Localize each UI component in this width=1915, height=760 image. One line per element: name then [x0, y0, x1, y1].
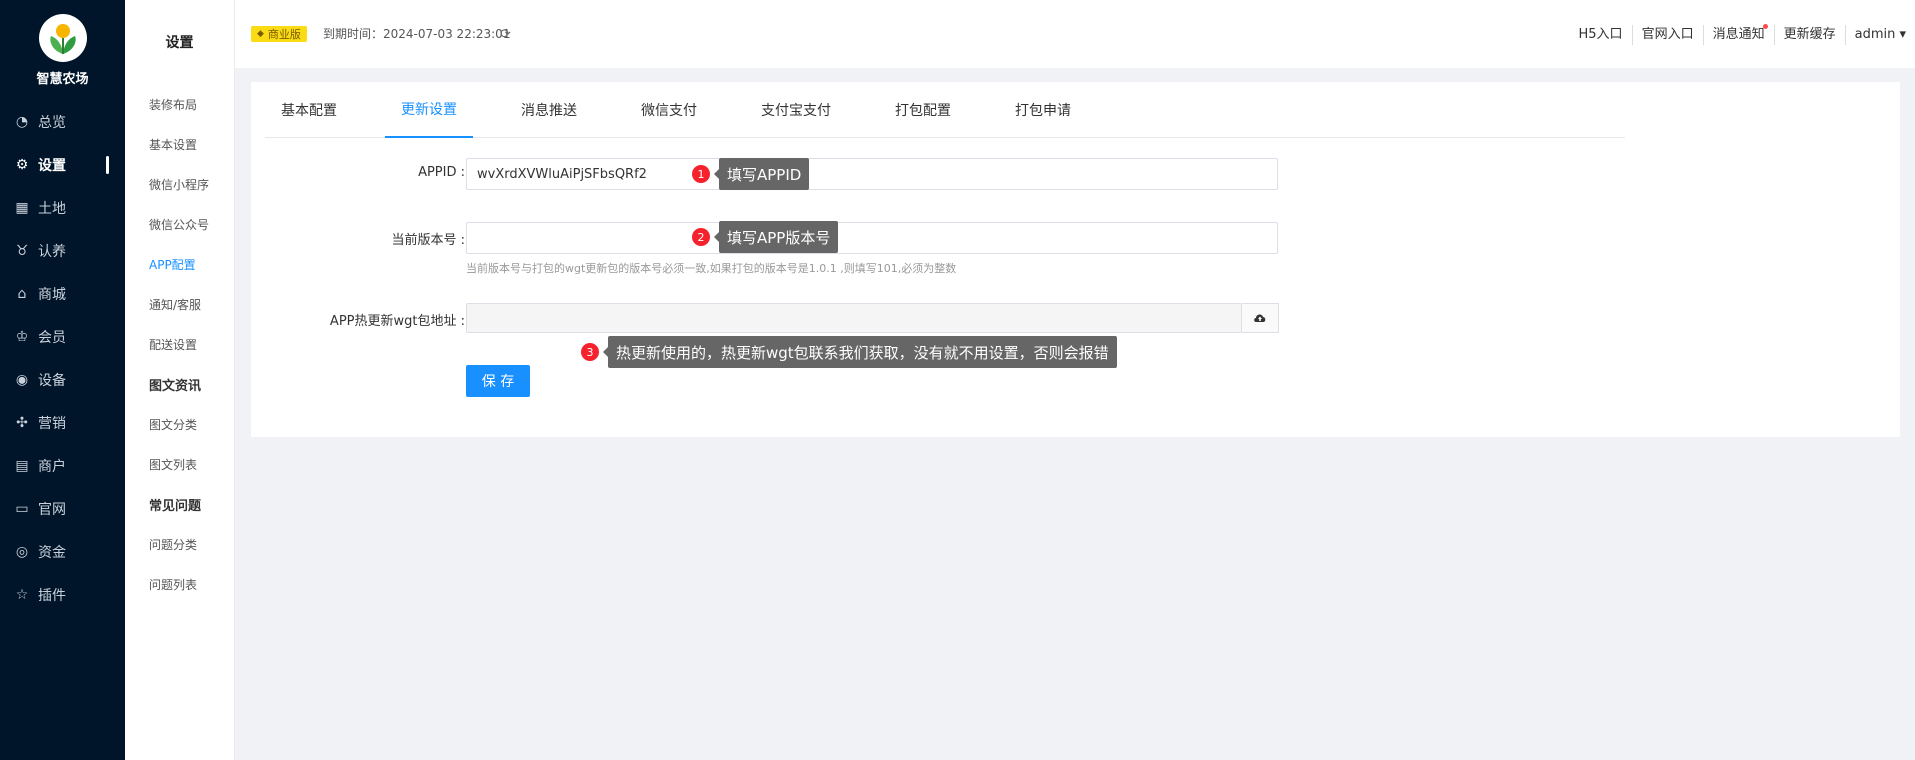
sub-item[interactable]: 基本设置 — [125, 124, 234, 164]
tab-1[interactable]: 更新设置 — [385, 82, 473, 138]
nav-item-1[interactable]: ⚙ 设置 — [0, 143, 125, 186]
nav-item-label: 设备 — [38, 372, 66, 389]
sub-sidebar-title: 设置 — [165, 35, 194, 51]
header-links: H5入口 官网入口 消息通知 更新缓存 admin ▾ — [1570, 24, 1915, 45]
wgt-label: APP热更新wgt包地址 : — [329, 314, 465, 329]
tab-6[interactable]: 打包申请 — [999, 82, 1087, 138]
main-nav: 智慧农场 ◔ 总览 ⚙ 设置 ▦ 土地 ♉ 认养 ⌂ 商城 ♔ 会员 ◉ 设备 ✣ 营销 ▤ 商户 ▭ 官网 ◎ 资金 ☆ 插… — [0, 0, 125, 760]
logo-text: 智慧农场 — [36, 71, 89, 87]
notification-dot — [1762, 24, 1768, 29]
merchant-icon: ▤ — [15, 457, 29, 474]
version-input[interactable] — [466, 222, 1278, 254]
nav-item-label: 资金 — [38, 544, 66, 561]
nav-item-label: 设置 — [38, 157, 66, 174]
nav-item-7[interactable]: ✣ 营销 — [0, 401, 125, 444]
nav-item-8[interactable]: ▤ 商户 — [0, 444, 125, 487]
appid-input[interactable] — [466, 158, 1278, 190]
logo-icon — [38, 13, 87, 62]
upload-button[interactable] — [1242, 303, 1279, 333]
sub-item[interactable]: 装修布局 — [125, 84, 234, 124]
fund-icon: ◎ — [15, 543, 29, 560]
expire-time: 到期时间：2024-07-03 22:23:01 — [323, 27, 511, 41]
appid-label: APPID : — [418, 165, 465, 180]
website-icon: ▭ — [15, 500, 29, 517]
nav-item-label: 商户 — [38, 458, 66, 475]
sub-sidebar: 设置 装修布局 基本设置 微信小程序 微信公众号 APP配置 通知/客服 配送设置图文资讯图… — [125, 0, 235, 760]
header-link-3[interactable]: 更新缓存 — [1773, 25, 1845, 45]
nav-item-label: 会员 — [38, 329, 66, 346]
nav-item-0[interactable]: ◔ 总览 — [0, 100, 125, 143]
nav-item-4[interactable]: ⌂ 商城 — [0, 272, 125, 315]
tip-text: 热更新使用的，热更新wgt包联系我们获取，没有就不用设置，否则会报错 — [608, 336, 1117, 368]
tip-text: 填写APP版本号 — [719, 221, 839, 253]
tip-text: 填写APPID — [719, 158, 810, 190]
tab-5[interactable]: 打包配置 — [879, 82, 967, 138]
top-header: ◆ 商业版 到期时间：2024-07-03 22:23:01 ⟳ H5入口 官网入… — [235, 0, 1915, 68]
nav-item-label: 商城 — [38, 286, 66, 303]
nav-item-11[interactable]: ☆ 插件 — [0, 573, 125, 616]
nav-item-3[interactable]: ♉ 认养 — [0, 229, 125, 272]
version-hint: 当前版本号与打包的wgt更新包的版本号必须一致,如果打包的版本号是1.0.1 ,… — [466, 262, 957, 275]
edition-badge-label: 商业版 — [267, 28, 301, 41]
nav-item-label: 土地 — [38, 200, 66, 217]
sub-item[interactable]: 问题分类 — [125, 524, 234, 564]
sub-item[interactable]: 图文分类 — [125, 404, 234, 444]
adopt-icon: ♉ — [15, 242, 29, 259]
sub-group-title: 常见问题 — [149, 498, 202, 514]
tab-0[interactable]: 基本配置 — [265, 82, 353, 138]
nav-item-label: 认养 — [38, 243, 66, 260]
header-link-4[interactable]: admin ▾ — [1844, 25, 1915, 45]
nav-item-label: 官网 — [38, 501, 66, 518]
settings-tabs: 基本配置 更新设置 消息推送 微信支付 支付宝支付 打包配置 打包申请 — [265, 82, 1625, 138]
nav-item-9[interactable]: ▭ 官网 — [0, 487, 125, 530]
nav-item-2[interactable]: ▦ 土地 — [0, 186, 125, 229]
tip-number: 2 — [692, 228, 710, 246]
save-button[interactable]: 保 存 — [466, 365, 530, 397]
dashboard-icon: ◔ — [15, 113, 29, 130]
nav-item-5[interactable]: ♔ 会员 — [0, 315, 125, 358]
refresh-icon[interactable]: ⟳ — [500, 27, 511, 42]
tip-version: 2 填写APP版本号 — [692, 221, 839, 253]
tip-appid: 1 填写APPID — [692, 158, 810, 190]
sub-item[interactable]: 微信小程序 — [125, 164, 234, 204]
gear-icon: ⚙ — [15, 156, 29, 173]
logo[interactable]: 智慧农场 — [0, 0, 125, 100]
version-label: 当前版本号 : — [391, 233, 465, 248]
sub-item[interactable]: 问题列表 — [125, 564, 234, 604]
tip-number: 3 — [581, 343, 599, 361]
sub-group-title: 图文资讯 — [149, 378, 202, 394]
sub-item[interactable]: 通知/客服 — [125, 284, 234, 324]
nav-item-10[interactable]: ◎ 资金 — [0, 530, 125, 573]
device-icon: ◉ — [15, 371, 29, 388]
tab-4[interactable]: 支付宝支付 — [745, 82, 847, 138]
sub-item[interactable]: 配送设置 — [125, 324, 234, 364]
nav-item-label: 插件 — [38, 587, 66, 604]
grid-icon: ▦ — [15, 199, 29, 216]
header-link-0[interactable]: H5入口 — [1570, 25, 1632, 45]
tip-number: 1 — [692, 165, 710, 183]
wgt-url-input[interactable] — [466, 303, 1242, 333]
cloud-upload-icon — [1254, 314, 1266, 322]
nav-item-6[interactable]: ◉ 设备 — [0, 358, 125, 401]
sub-item[interactable]: 微信公众号 — [125, 204, 234, 244]
nav-item-label: 总览 — [38, 114, 66, 131]
tab-2[interactable]: 消息推送 — [505, 82, 593, 138]
marketing-icon: ✣ — [16, 414, 28, 431]
sub-item[interactable]: APP配置 — [125, 244, 234, 284]
tab-3[interactable]: 微信支付 — [625, 82, 713, 138]
edition-badge: ◆ 商业版 — [251, 26, 307, 42]
header-link-1[interactable]: 官网入口 — [1631, 25, 1703, 45]
tip-wgt: 3 热更新使用的，热更新wgt包联系我们获取，没有就不用设置，否则会报错 — [581, 336, 1117, 368]
star-icon: ☆ — [15, 586, 29, 603]
nav-item-label: 营销 — [38, 415, 66, 432]
sub-item[interactable]: 图文列表 — [125, 444, 234, 484]
diamond-icon: ◆ — [257, 29, 264, 39]
shop-icon: ⌂ — [17, 285, 27, 302]
member-icon: ♔ — [15, 328, 29, 345]
header-link-2[interactable]: 消息通知 — [1702, 24, 1774, 45]
content-card: 基本配置更新设置消息推送微信支付支付宝支付打包配置打包申请 APPID : 当前… — [251, 82, 1900, 437]
